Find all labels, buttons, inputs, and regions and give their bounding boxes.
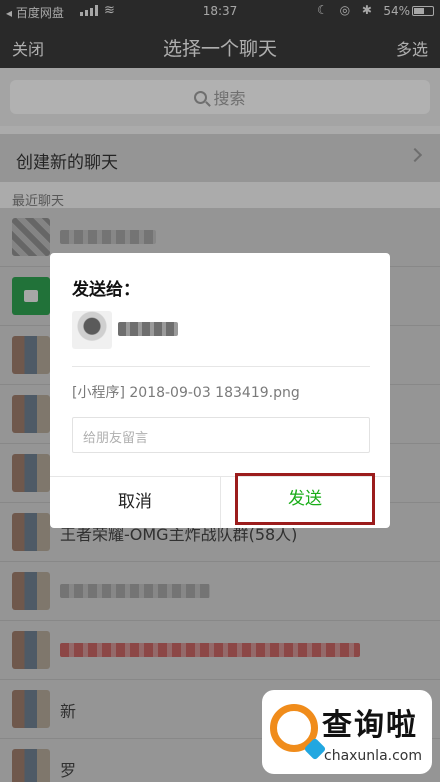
send-button[interactable]: 发送 [235,473,375,525]
recipient-avatar [72,311,112,349]
magnifier-logo-icon [270,704,318,752]
send-to-dialog: 发送给： [小程序] 2018-09-03 183419.png 给朋友留言 取… [50,253,390,528]
dialog-heading: 发送给： [72,280,140,300]
cancel-button[interactable]: 取消 [50,477,220,528]
divider [72,366,370,367]
message-input[interactable]: 给朋友留言 [72,417,370,453]
divider [220,476,221,528]
watermark-domain: chaxunla.com [324,748,422,764]
shared-file-label: [小程序] 2018-09-03 183419.png [72,385,300,401]
watermark: 查询啦 chaxunla.com [262,690,432,774]
recipient-name-blurred [118,322,178,336]
watermark-title: 查询啦 [322,708,418,743]
